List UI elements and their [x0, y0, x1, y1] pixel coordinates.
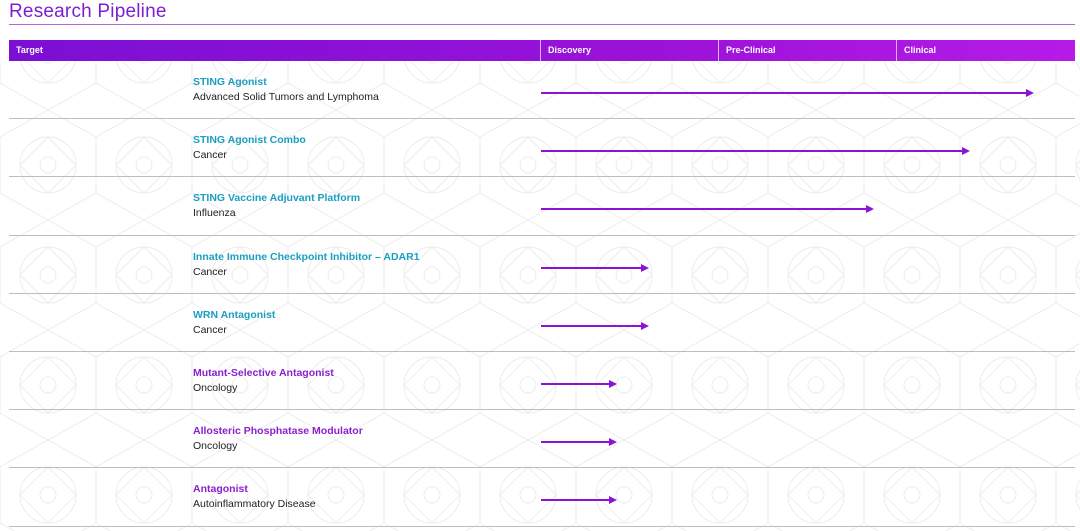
progress-arrow — [541, 496, 617, 505]
pipeline-row: STING Agonist Combo Cancer — [9, 119, 1075, 178]
column-header-discovery: Discovery — [548, 45, 592, 55]
pipeline-header: Target Discovery Pre-Clinical Clinical — [9, 40, 1075, 61]
program-name: STING Agonist — [193, 76, 267, 88]
pipeline-rows: STING Agonist Advanced Solid Tumors and … — [9, 61, 1075, 527]
column-divider — [540, 40, 541, 61]
program-indication: Autoinflammatory Disease — [193, 498, 316, 511]
pipeline-row: Mutant-Selective Antagonist Oncology — [9, 352, 1075, 411]
progress-arrow — [541, 263, 649, 272]
pipeline-row: STING Vaccine Adjuvant Platform Influenz… — [9, 177, 1075, 236]
pipeline-row: STING Agonist Advanced Solid Tumors and … — [9, 61, 1075, 120]
program-name: Allosteric Phosphatase Modulator — [193, 425, 363, 438]
pipeline-row: Allosteric Phosphatase Modulator Oncolog… — [9, 410, 1075, 469]
program-indication: Influenza — [193, 207, 236, 220]
pipeline-row: Antagonist Autoinflammatory Disease — [9, 468, 1075, 527]
column-header-clinical: Clinical — [904, 45, 937, 55]
progress-arrow — [541, 89, 1034, 97]
progress-arrow — [541, 438, 617, 447]
progress-arrow — [541, 205, 874, 214]
program-name: Innate Immune Checkpoint Inhibitor – ADA… — [193, 250, 420, 263]
column-divider — [718, 40, 719, 61]
column-divider — [896, 40, 897, 61]
program-name: Antagonist — [193, 483, 248, 496]
column-header-preclinical: Pre-Clinical — [726, 45, 776, 55]
progress-arrow — [541, 321, 649, 330]
progress-arrow — [541, 147, 970, 156]
program-indication: Cancer — [193, 323, 227, 336]
program-indication: Cancer — [193, 149, 227, 162]
program-name: STING Vaccine Adjuvant Platform — [193, 192, 361, 205]
program-indication: Advanced Solid Tumors and Lymphoma — [193, 91, 379, 103]
program-name: Mutant-Selective Antagonist — [193, 366, 334, 379]
pipeline-row: Innate Immune Checkpoint Inhibitor – ADA… — [9, 236, 1075, 294]
program-name: WRN Antagonist — [193, 308, 276, 321]
progress-arrow — [541, 379, 617, 388]
page-title: Research Pipeline — [9, 1, 167, 22]
program-indication: Oncology — [193, 440, 238, 453]
program-indication: Cancer — [193, 265, 227, 278]
column-header-target: Target — [16, 45, 43, 55]
program-name: STING Agonist Combo — [193, 134, 306, 147]
program-indication: Oncology — [193, 381, 238, 394]
pipeline-row: WRN Antagonist Cancer — [9, 294, 1075, 352]
title-divider — [9, 24, 1075, 25]
